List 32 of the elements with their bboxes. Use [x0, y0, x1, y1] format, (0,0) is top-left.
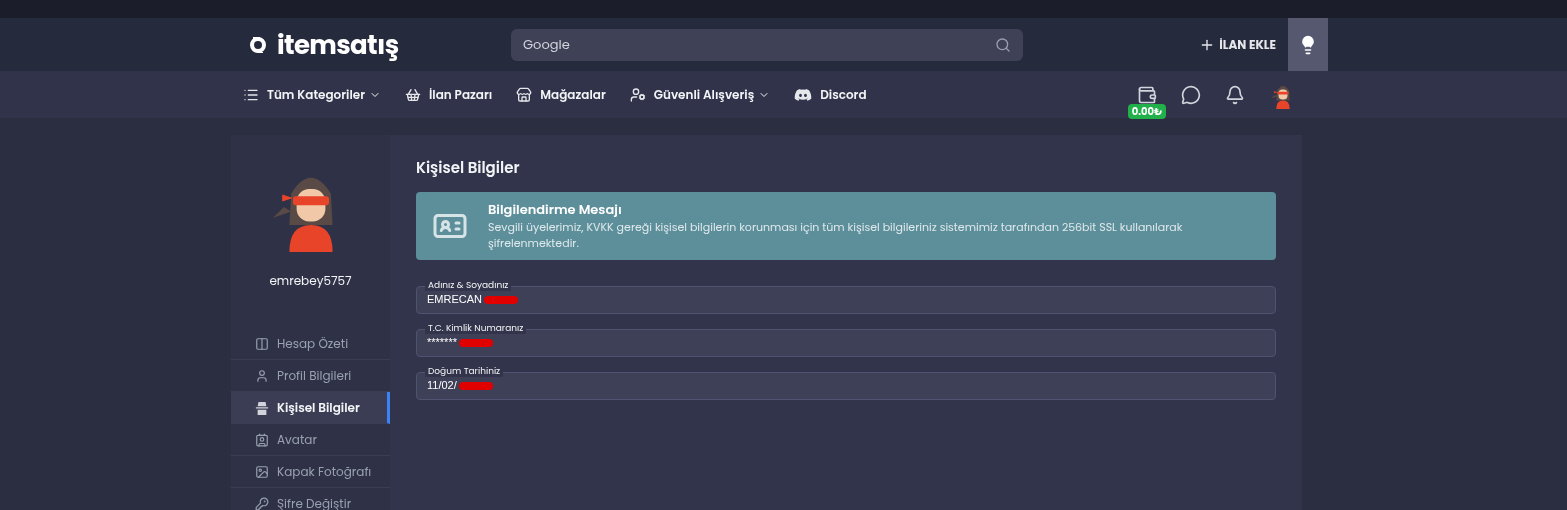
columns-icon — [255, 336, 269, 351]
search-field[interactable]: Google — [511, 28, 1023, 61]
theme-button[interactable] — [1288, 18, 1328, 71]
contact-card-icon — [255, 432, 269, 447]
store-icon — [516, 86, 533, 103]
search-input[interactable]: Google — [523, 34, 995, 55]
add-listing-button[interactable]: İLAN EKLE — [1199, 35, 1276, 54]
username: emrebey5757 — [268, 272, 353, 290]
field-label: Adınız & Soyadınız — [425, 278, 512, 291]
nav-item[interactable]: Tüm Kategoriler — [243, 85, 381, 104]
nav-item[interactable]: Mağazalar — [516, 85, 606, 104]
wallet-icon[interactable] — [1137, 84, 1157, 105]
nav-item[interactable]: Discord — [794, 85, 867, 104]
field-label: Doğum Tarihiniz — [425, 364, 504, 377]
field-value: 11/02/ — [427, 378, 457, 394]
field-value: EMRECAN — [427, 292, 482, 308]
key-icon — [255, 496, 269, 510]
image-icon — [255, 464, 269, 479]
field-value: ******* — [427, 335, 457, 351]
search-icon[interactable] — [995, 36, 1011, 53]
basket-icon — [405, 86, 421, 103]
sidebar-item[interactable]: Kişisel Bilgiler — [231, 392, 390, 424]
page-title: Kişisel Bilgiler — [416, 157, 521, 180]
chat-icon[interactable] — [1181, 84, 1201, 105]
user-icon — [255, 368, 269, 383]
balance-badge: 0.00₺ — [1127, 103, 1167, 119]
nav-item[interactable]: İlan Pazarı — [405, 85, 493, 104]
nav-item[interactable]: Güvenli Alışveriş — [629, 85, 771, 104]
notice-text: Sevgili üyelerimiz, KVKK gereği kişisel bilgilerin korunması için tüm kişisel bilgileriniz sistemimiz tarafından 256bit SSL kullanılarak şifrelenmektedir. — [488, 219, 1184, 252]
field-label: T.C. Kimlik Numaranız — [425, 321, 527, 334]
notice-title: Bilgilendirme Mesajı — [488, 199, 623, 220]
bell-icon[interactable] — [1225, 84, 1245, 105]
